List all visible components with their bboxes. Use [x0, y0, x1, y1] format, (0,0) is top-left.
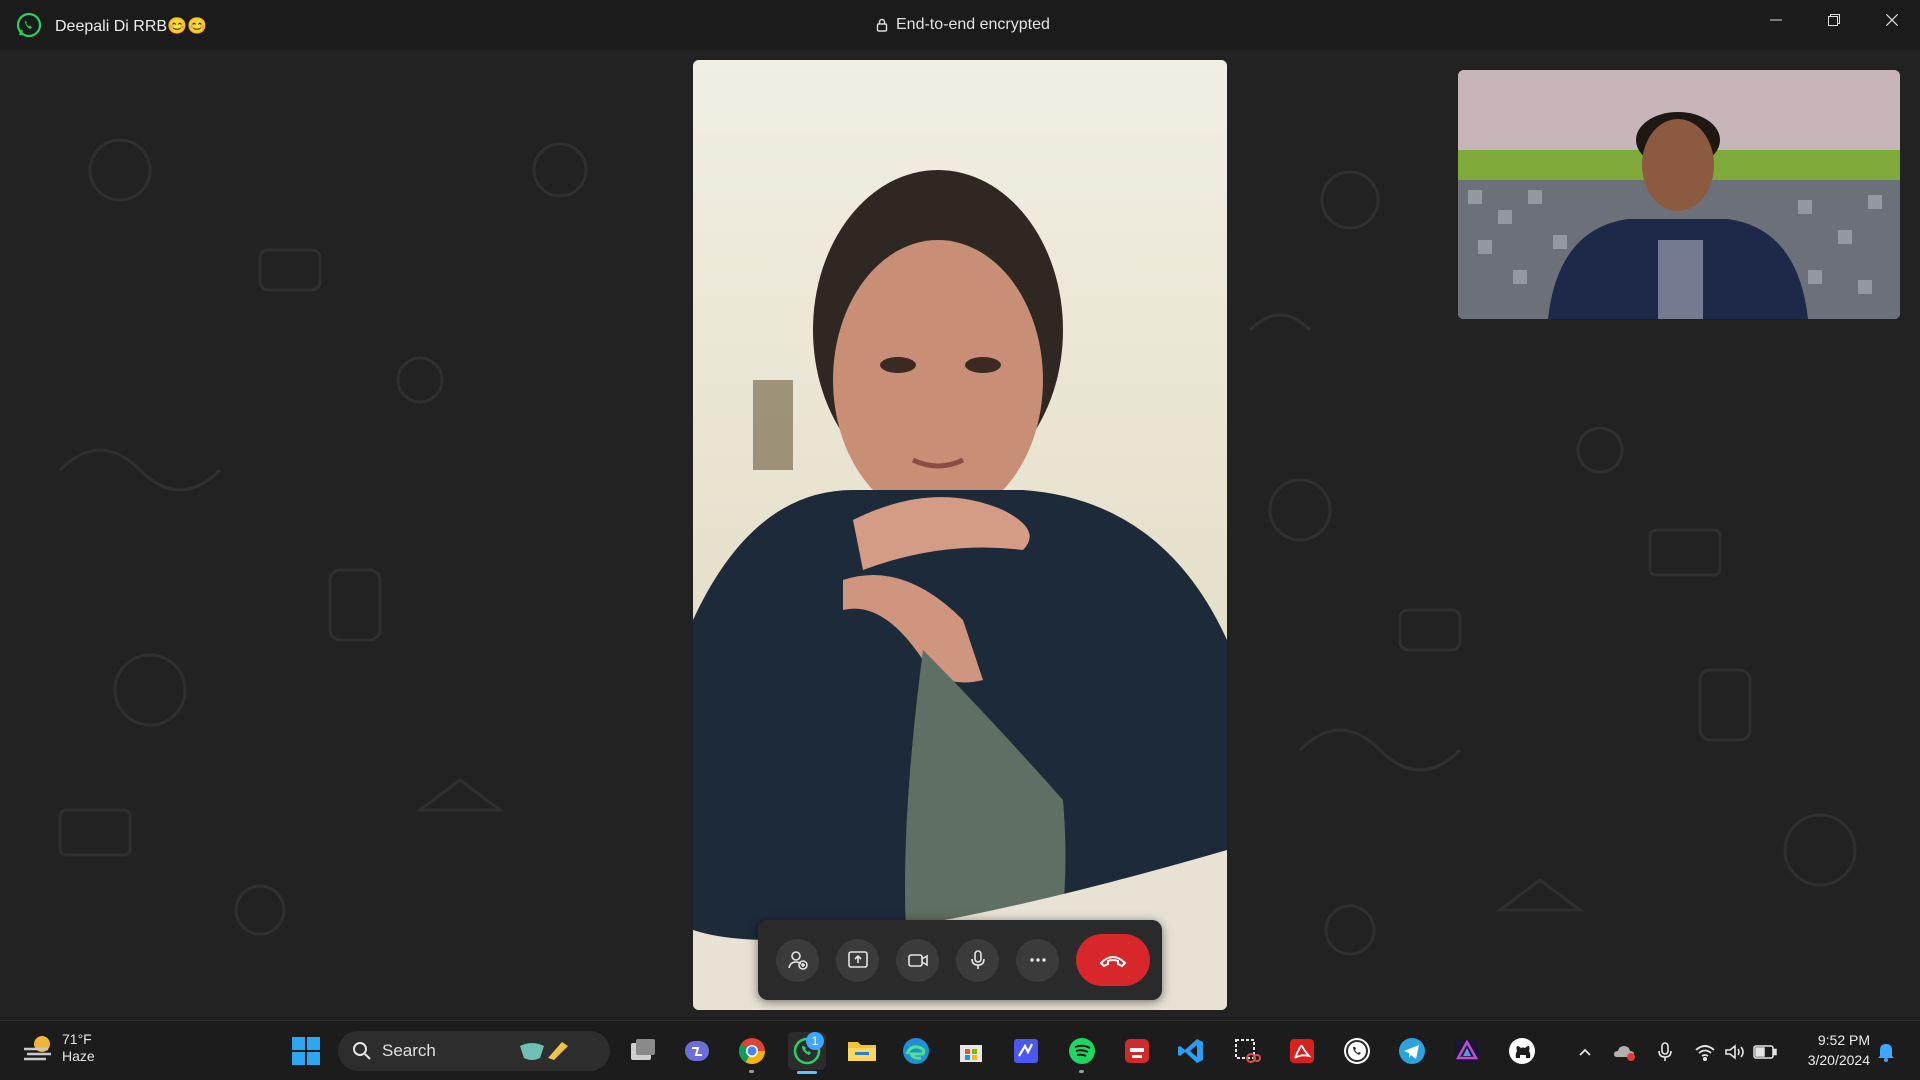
share-screen-button[interactable]	[836, 938, 879, 982]
end-call-button[interactable]	[1076, 934, 1150, 986]
microsoft-store-app[interactable]	[952, 1032, 990, 1070]
chrome-icon	[738, 1038, 766, 1065]
remote-video-feed	[693, 60, 1227, 1010]
close-button[interactable]	[1864, 0, 1920, 40]
encryption-status: End-to-end encrypted	[876, 16, 1050, 34]
chrome-app[interactable]	[733, 1032, 771, 1073]
microphone-tray[interactable]	[1652, 1039, 1678, 1065]
title-bar: Deepali Di RRB😊😊 End-to-end encrypted	[0, 0, 1920, 50]
spotify-app[interactable]	[1063, 1032, 1101, 1073]
wifi-icon	[1695, 1045, 1715, 1061]
battery-status[interactable]	[1752, 1039, 1778, 1065]
snipping-tool-icon	[1235, 1039, 1261, 1063]
acrobat-icon	[1290, 1039, 1314, 1063]
vscode-app[interactable]	[1172, 1032, 1210, 1070]
spotify-icon	[1069, 1038, 1095, 1064]
store-icon	[960, 1045, 982, 1062]
restore-icon	[1828, 14, 1840, 26]
remote-participant-image	[693, 60, 1227, 1010]
temperature: 71°F	[62, 1031, 92, 1047]
search-label: Search	[382, 1041, 436, 1060]
speaker-icon	[1725, 1044, 1744, 1060]
visual-studio-app[interactable]	[1007, 1032, 1045, 1070]
dev-cpp-app[interactable]	[1118, 1032, 1156, 1070]
telegram-icon	[1399, 1038, 1425, 1064]
github-app[interactable]	[1503, 1032, 1541, 1070]
self-video-preview[interactable]	[1458, 70, 1900, 319]
more-options-button[interactable]	[1016, 938, 1059, 982]
add-participant-button[interactable]	[776, 938, 819, 982]
vscode-icon	[1178, 1039, 1203, 1063]
microphone-tray-icon	[1658, 1042, 1672, 1061]
haze-weather-icon	[24, 1036, 51, 1061]
whatsapp-logo-icon	[16, 12, 42, 38]
encryption-label: End-to-end encrypted	[896, 16, 1050, 33]
hang-up-icon	[1099, 956, 1127, 968]
whatsapp-secondary-app[interactable]	[1338, 1032, 1376, 1070]
file-explorer-app[interactable]	[843, 1032, 881, 1070]
wifi-status[interactable]	[1692, 1039, 1718, 1065]
restore-button[interactable]	[1806, 0, 1862, 40]
microphone-icon	[970, 950, 985, 969]
system-clock[interactable]: 9:52 PM 3/20/2024	[1790, 1030, 1870, 1070]
affinity-icon	[1455, 1039, 1479, 1063]
chevron-up-icon	[1579, 1048, 1591, 1056]
add-person-icon	[787, 951, 808, 970]
camera-button[interactable]	[896, 938, 939, 982]
microphone-button[interactable]	[956, 938, 999, 982]
active-indicator	[797, 1071, 817, 1074]
windows-taskbar: 71°F Haze Search 1 9:52 PM 3/20/2024	[0, 1020, 1920, 1080]
share-screen-icon	[847, 951, 868, 968]
search-icon	[353, 1042, 371, 1060]
task-view-icon	[631, 1039, 655, 1060]
search-highlight-icon	[519, 1042, 568, 1060]
start-button[interactable]	[287, 1032, 325, 1070]
folder-icon	[848, 1042, 876, 1061]
bell-icon	[1878, 1044, 1894, 1062]
cloud-error-icon	[1614, 1046, 1635, 1061]
edge-icon	[903, 1038, 929, 1064]
visual-studio-icon	[1014, 1039, 1038, 1063]
battery-charging-icon	[1753, 1045, 1777, 1059]
show-hidden-icons-button[interactable]	[1572, 1039, 1598, 1065]
dev-cpp-icon	[1125, 1039, 1149, 1063]
whatsapp-call-window: Deepali Di RRB😊😊 End-to-end encrypted	[0, 0, 1920, 1020]
call-controls-bar	[758, 920, 1162, 1000]
minimize-icon	[1770, 19, 1782, 21]
notifications-button[interactable]	[1873, 1039, 1899, 1065]
video-camera-icon	[907, 954, 928, 967]
whatsapp-notification-badge: 1	[806, 1032, 824, 1050]
volume-control[interactable]	[1722, 1039, 1748, 1065]
contact-name: Deepali Di RRB😊😊	[55, 18, 207, 35]
snipping-tool-app[interactable]	[1227, 1032, 1265, 1070]
whatsapp-app[interactable]: 1	[788, 1032, 826, 1074]
taskbar-search-box[interactable]: Search	[338, 1031, 610, 1071]
weather-widget[interactable]: 71°F Haze	[22, 1031, 95, 1065]
edge-app[interactable]	[897, 1032, 935, 1070]
teams-icon	[685, 1041, 709, 1061]
self-participant-image	[1458, 70, 1900, 319]
onedrive-status[interactable]	[1612, 1039, 1638, 1065]
github-icon	[1509, 1038, 1535, 1064]
running-indicator	[749, 1070, 754, 1073]
clock-time: 9:52 PM	[1817, 1032, 1870, 1048]
affinity-app[interactable]	[1448, 1032, 1486, 1070]
more-dots-icon	[1029, 958, 1046, 962]
adobe-acrobat-app[interactable]	[1283, 1032, 1321, 1070]
windows-logo-icon	[292, 1037, 320, 1065]
task-view-button[interactable]	[624, 1032, 662, 1070]
lock-icon	[876, 18, 888, 32]
telegram-app[interactable]	[1393, 1032, 1431, 1070]
whatsapp-round-icon	[1344, 1038, 1370, 1064]
minimize-button[interactable]	[1748, 0, 1804, 40]
clock-date: 3/20/2024	[1807, 1052, 1870, 1068]
teams-app[interactable]	[678, 1032, 716, 1070]
close-icon	[1886, 14, 1898, 26]
weather-condition: Haze	[62, 1048, 95, 1064]
running-indicator	[1079, 1070, 1084, 1073]
